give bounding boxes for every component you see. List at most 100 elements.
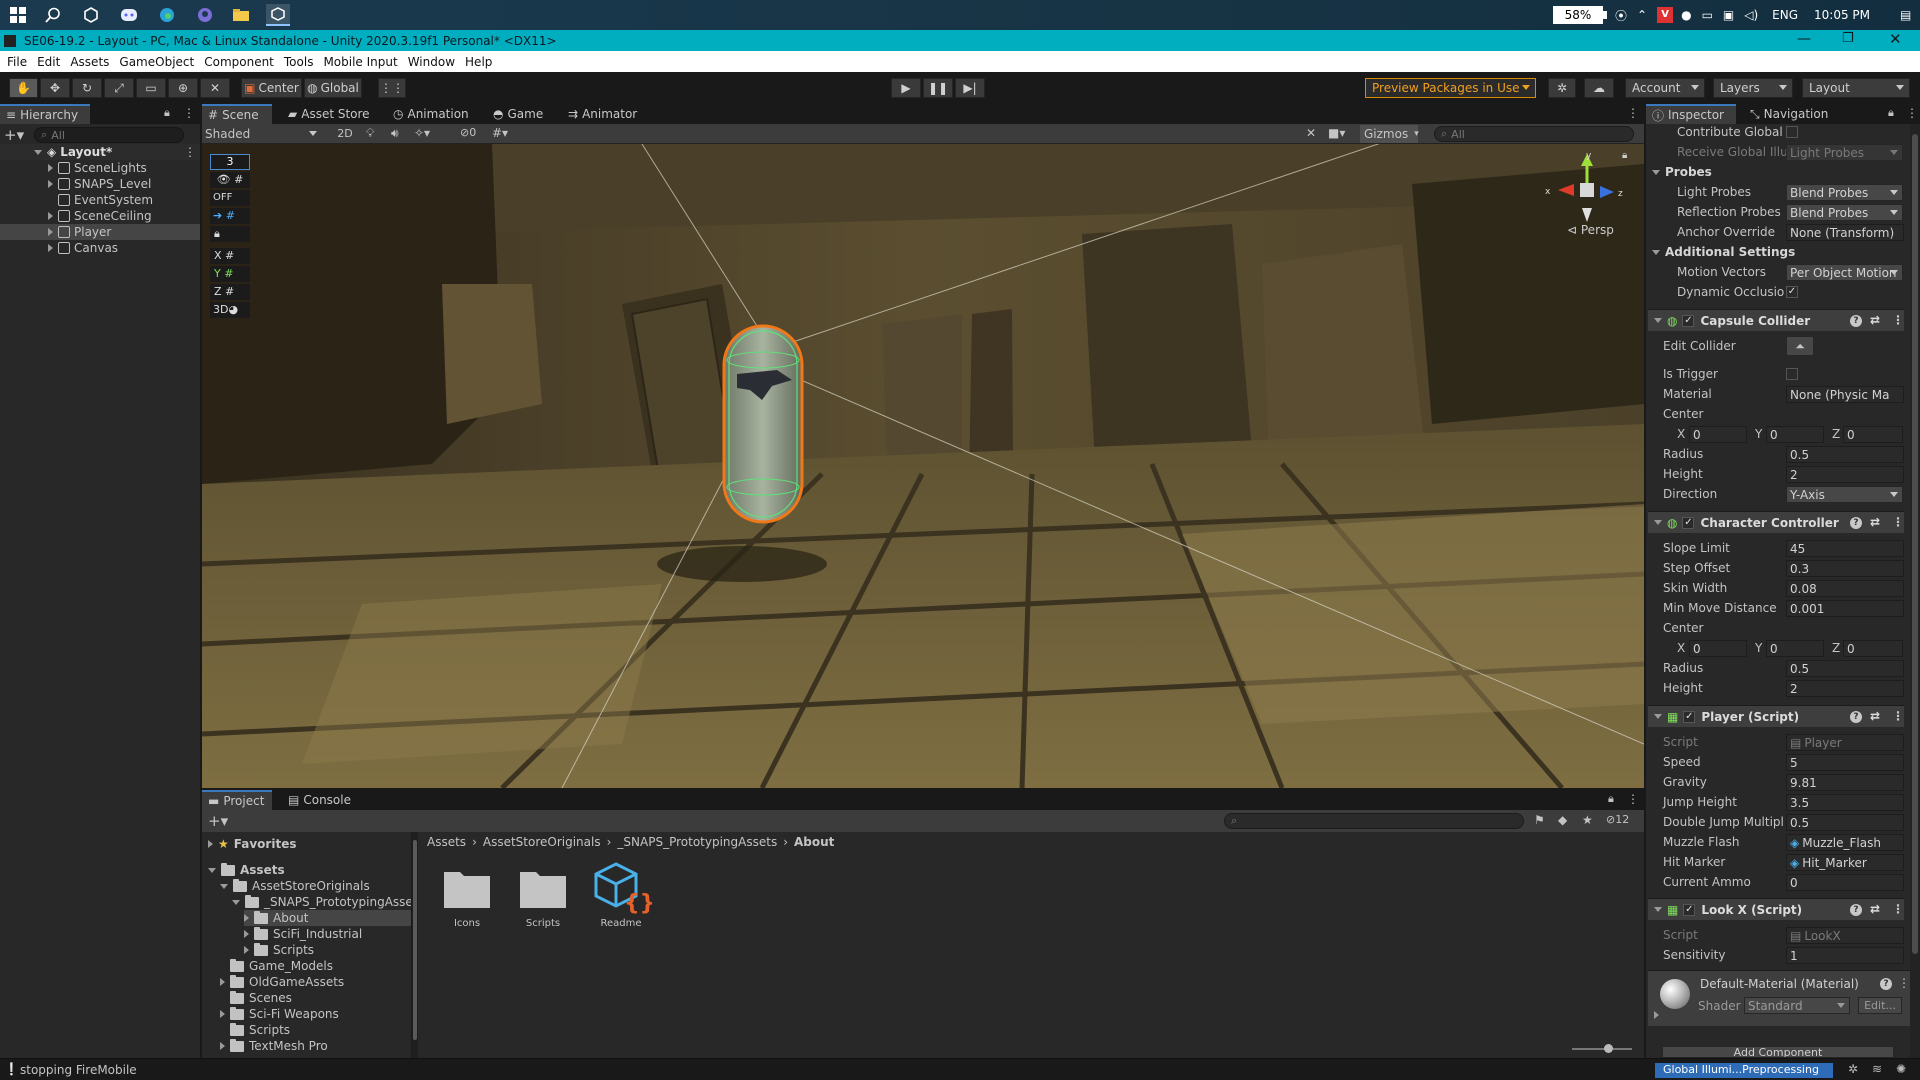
tree-scrollbar[interactable] <box>412 832 418 1058</box>
tab-project[interactable]: ▬ Project <box>202 790 272 810</box>
close-icon[interactable]: ✕ <box>1889 30 1902 48</box>
vivaldi-icon[interactable]: V <box>1657 7 1674 23</box>
foldout-icon[interactable] <box>220 1042 225 1050</box>
microphone-icon[interactable]: ● <box>1681 8 1691 22</box>
mic-icon[interactable]: ⦿ <box>1615 7 1627 24</box>
min-move-distance-field[interactable]: 0.001 <box>1786 600 1904 617</box>
rotate-tool-icon[interactable]: ↻ <box>72 78 102 98</box>
unity-hub-icon[interactable] <box>79 4 103 26</box>
scene-menu-icon[interactable]: ⋮ <box>184 145 196 159</box>
capsule-collider-enabled-checkbox[interactable]: ✓ <box>1682 314 1695 327</box>
visibility-toggle-icon[interactable]: 👁︎ # <box>210 172 250 188</box>
project-tree-item[interactable]: About <box>244 910 411 926</box>
direction-dropdown[interactable]: Y-Axis <box>1786 486 1903 503</box>
component-menu-icon[interactable]: ⋮ <box>1892 515 1904 529</box>
preset-icon[interactable]: ⇄ <box>1870 902 1880 916</box>
menu-mobile-input[interactable]: Mobile Input <box>323 55 397 69</box>
3d-toggle[interactable]: 3D◕ <box>210 302 250 318</box>
help-icon[interactable]: ? <box>1850 517 1862 529</box>
add-component-button[interactable]: Add Component <box>1662 1046 1894 1058</box>
cc-height-field[interactable]: 2 <box>1786 680 1904 697</box>
foldout-icon[interactable] <box>48 244 53 252</box>
foldout-icon[interactable] <box>244 930 249 938</box>
character-controller-enabled-checkbox[interactable]: ✓ <box>1682 516 1695 529</box>
breadcrumb-item[interactable]: AssetStoreOriginals <box>483 835 601 849</box>
component-menu-icon[interactable]: ⋮ <box>1892 709 1904 723</box>
zoom-slider[interactable] <box>1572 1044 1632 1053</box>
probes-header[interactable]: Probes <box>1652 165 1712 179</box>
menu-assets[interactable]: Assets <box>70 55 109 69</box>
hidden-packages-toggle[interactable]: ⊘12 <box>1606 813 1629 826</box>
project-tree-item[interactable]: SciFi_Industrial <box>244 926 362 942</box>
pivot-center-button[interactable]: ▣ Center <box>241 78 302 98</box>
file-explorer-icon[interactable] <box>229 4 253 26</box>
package-manager-icon[interactable]: ✲ <box>1548 78 1576 98</box>
hierarchy-item-snaps-level[interactable]: SNAPS_Level <box>0 176 200 192</box>
material-field[interactable]: None (Physic Ma <box>1786 386 1904 403</box>
grid-toggle-icon[interactable]: #▾ <box>492 126 508 140</box>
player-script-field[interactable]: ▤ Player <box>1786 734 1904 751</box>
layers-dropdown[interactable]: Layers <box>1713 78 1793 98</box>
gravity-field[interactable]: 9.81 <box>1786 774 1904 791</box>
edit-collider-button[interactable]: ⏶ <box>1786 336 1814 356</box>
motion-vectors-dropdown[interactable]: Per Object Motion <box>1786 264 1903 281</box>
skin-width-field[interactable]: 0.08 <box>1786 580 1904 597</box>
foldout-icon[interactable] <box>48 212 53 220</box>
foldout-icon[interactable] <box>220 883 228 889</box>
arrow-snap-icon[interactable]: ➔ # <box>210 208 250 224</box>
gi-progress-bar[interactable]: Global Illumi...Preprocessing <box>1655 1063 1833 1078</box>
foldout-icon[interactable] <box>1654 714 1662 719</box>
capsule-collider-header[interactable]: ◍ ✓ Capsule Collider ? ⇄ ⋮ <box>1648 309 1904 331</box>
menu-window[interactable]: Window <box>408 55 455 69</box>
space-global-button[interactable]: ◍ Global <box>304 78 362 98</box>
notification-icon[interactable]: ▤ <box>1900 8 1911 22</box>
file-item-readme[interactable]: {} Readme <box>594 862 652 946</box>
gizmos-dropdown[interactable]: Gizmos ▾ <box>1360 125 1419 143</box>
double-jump-field[interactable]: 0.5 <box>1786 814 1904 831</box>
project-tree-item[interactable]: Game_Models <box>220 958 333 974</box>
material-menu-icon[interactable]: ⋮ <box>1898 976 1910 990</box>
center-z-field[interactable]: 0 <box>1843 426 1903 443</box>
project-tree-item[interactable]: Sci-Fi Weapons <box>220 1006 339 1022</box>
lock-icon[interactable]: 🔒︎ <box>164 106 170 120</box>
player-script-header[interactable]: ▦ ✓ Player (Script) ? ⇄ ⋮ <box>1648 705 1904 727</box>
hit-marker-field[interactable]: ◈ Hit_Marker <box>1786 854 1904 871</box>
slope-limit-field[interactable]: 45 <box>1786 540 1904 557</box>
power-icon[interactable]: ▭ <box>1702 8 1713 22</box>
gi-settings-icon[interactable]: ✺ <box>1896 1062 1906 1076</box>
hierarchy-search-input[interactable]: ⌕ All <box>34 127 185 143</box>
debug-icon[interactable]: ✲ <box>1848 1062 1858 1076</box>
windows-start-icon[interactable] <box>6 4 30 26</box>
step-button[interactable]: ▶| <box>955 78 985 98</box>
transform-tool-icon[interactable]: ⊕ <box>168 78 198 98</box>
help-icon[interactable]: ? <box>1850 315 1862 327</box>
component-menu-icon[interactable]: ⋮ <box>1892 313 1904 327</box>
project-tree-item[interactable]: AssetStoreOriginals <box>220 878 370 894</box>
hierarchy-item-canvas[interactable]: Canvas <box>0 240 200 256</box>
lookx-script-field[interactable]: ▤ LookX <box>1786 927 1904 944</box>
receive-gi-dropdown[interactable]: Light Probes <box>1786 144 1903 161</box>
foldout-icon[interactable] <box>220 978 225 986</box>
layers-icon[interactable]: ≋ <box>1872 1062 1882 1076</box>
lock-icon[interactable]: 🔒︎ <box>1608 792 1614 806</box>
help-icon[interactable]: ? <box>1850 711 1862 723</box>
favorites-row[interactable]: ★ Favorites <box>208 836 296 852</box>
project-tree-item[interactable]: OldGameAssets <box>220 974 344 990</box>
tab-console[interactable]: ▤ Console <box>282 790 352 810</box>
grid-x-toggle[interactable]: X # <box>210 248 250 264</box>
layout-dropdown[interactable]: Layout <box>1802 78 1910 98</box>
overlay-off-toggle[interactable]: OFF <box>210 190 250 206</box>
tools-icon[interactable]: ✕ <box>1306 126 1316 140</box>
lookx-script-header[interactable]: ▦ ✓ Look X (Script) ? ⇄ ⋮ <box>1648 898 1904 920</box>
grid-z-toggle[interactable]: Z # <box>210 284 250 300</box>
hierarchy-item-sceneceiling[interactable]: SceneCeiling <box>0 208 200 224</box>
cc-radius-field[interactable]: 0.5 <box>1786 660 1904 677</box>
cc-center-y-field[interactable]: 0 <box>1766 640 1824 657</box>
move-tool-icon[interactable]: ✥ <box>40 78 70 98</box>
preset-icon[interactable]: ⇄ <box>1870 709 1880 723</box>
cloud-icon[interactable]: ☁ <box>1584 78 1614 98</box>
more-options-icon[interactable]: ⋮ <box>1627 106 1639 120</box>
foldout-icon[interactable] <box>1654 907 1662 912</box>
height-field[interactable]: 2 <box>1786 466 1904 483</box>
hidden-objects-toggle[interactable]: ⊘0 <box>460 126 476 139</box>
